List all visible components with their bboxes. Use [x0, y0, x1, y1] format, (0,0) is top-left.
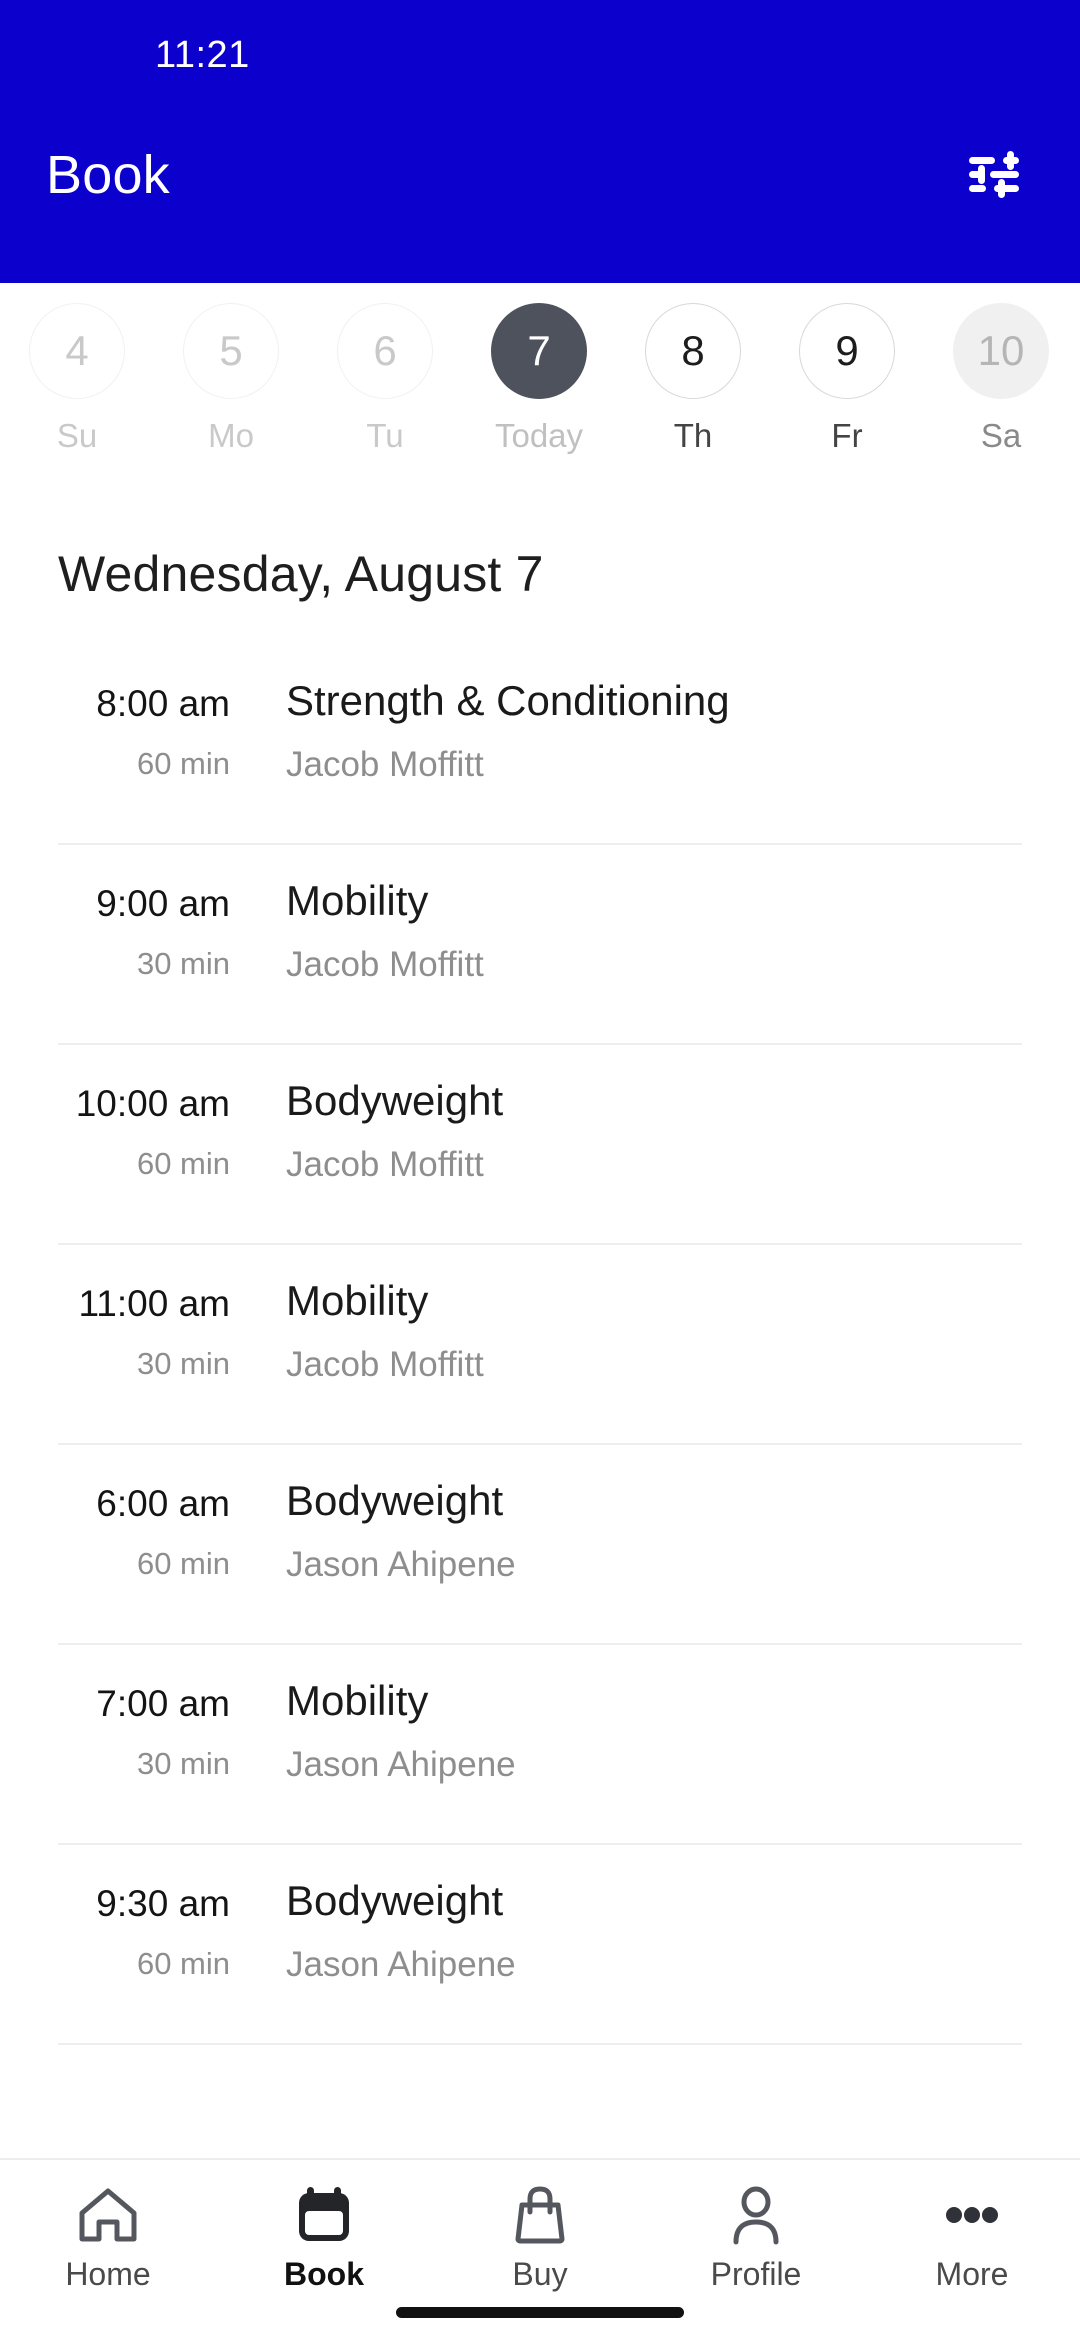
date-chip-10[interactable]: 10 Sa [924, 303, 1078, 452]
session-class-name: Strength & Conditioning [286, 677, 730, 724]
schedule-row[interactable]: 9:00 am 30 min Mobility Jacob Moffitt [0, 843, 1080, 1043]
session-duration: 30 min [136, 946, 230, 981]
date-strip[interactable]: 4 Su 5 Mo 6 Tu 7 Today 8 Th 9 Fr 10 Sa [0, 283, 1080, 473]
shopping-bag-icon [509, 2184, 571, 2246]
date-chip-label: Fr [831, 417, 863, 454]
session-duration: 30 min [136, 1346, 230, 1381]
app-bar-row: Book [0, 110, 1080, 240]
session-duration: 60 min [136, 1546, 230, 1581]
session-class-name: Mobility [286, 1677, 429, 1724]
schedule-row-details: Strength & Conditioning Jacob Moffitt [230, 643, 1022, 843]
schedule-row[interactable]: 11:00 am 30 min Mobility Jacob Moffitt [0, 1243, 1080, 1443]
calendar-icon [293, 2184, 355, 2246]
schedule-row-time-block: 9:30 am 60 min [58, 1843, 230, 2043]
date-chip-6[interactable]: 6 Tu [308, 303, 462, 452]
schedule-row[interactable]: 6:00 am 60 min Bodyweight Jason Ahipene [0, 1443, 1080, 1643]
app-bar: 11:21 Book [0, 0, 1080, 283]
schedule-row[interactable]: 8:00 am 60 min Strength & Conditioning J… [0, 643, 1080, 843]
session-time: 7:00 am [96, 1683, 230, 1724]
schedule-list: 8:00 am 60 min Strength & Conditioning J… [0, 643, 1080, 2158]
session-duration: 30 min [136, 1746, 230, 1781]
schedule-row-details: Bodyweight Jason Ahipene [230, 1443, 1022, 1643]
ellipsis-icon [941, 2184, 1003, 2246]
tab-more[interactable]: More [864, 2184, 1080, 2293]
session-class-name: Mobility [286, 1277, 429, 1324]
schedule-row[interactable]: 7:00 am 30 min Mobility Jason Ahipene [0, 1643, 1080, 1843]
session-instructor: Jason Ahipene [286, 1545, 516, 1585]
home-indicator [396, 2307, 684, 2318]
schedule-row-time-block: 7:00 am 30 min [58, 1643, 230, 1843]
session-time: 6:00 am [96, 1483, 230, 1524]
schedule-row-time-block: 11:00 am 30 min [58, 1243, 230, 1443]
tab-label-more: More [935, 2256, 1009, 2292]
date-chip-label: Today [494, 417, 584, 454]
status-bar: 11:21 [0, 0, 1080, 110]
session-time: 9:30 am [96, 1883, 230, 1924]
session-instructor: Jacob Moffitt [286, 745, 484, 785]
date-chip-label: Tu [366, 417, 404, 454]
date-chip-number: 8 [645, 303, 741, 399]
tab-book[interactable]: Book [216, 2184, 432, 2293]
date-chip-label: Th [673, 417, 713, 454]
schedule-row-time-block: 6:00 am 60 min [58, 1443, 230, 1643]
tab-label-profile: Profile [710, 2256, 802, 2292]
home-icon [77, 2184, 139, 2246]
date-chip-number: 6 [337, 303, 433, 399]
date-chip-label: Mo [208, 417, 254, 454]
tab-label-home: Home [65, 2256, 151, 2292]
date-chip-9[interactable]: 9 Fr [770, 303, 924, 452]
session-time: 10:00 am [75, 1083, 230, 1124]
session-duration: 60 min [136, 746, 230, 781]
schedule-row-time-block: 9:00 am 30 min [58, 843, 230, 1043]
date-chip-4[interactable]: 4 Su [0, 303, 154, 452]
date-chip-number: 4 [29, 303, 125, 399]
tab-label-book: Book [284, 2256, 364, 2292]
session-duration: 60 min [136, 1946, 230, 1981]
schedule-row-details: Mobility Jacob Moffitt [230, 1243, 1022, 1443]
tune-filter-icon[interactable] [956, 137, 1032, 213]
session-instructor: Jason Ahipene [286, 1945, 516, 1985]
schedule-row-details: Mobility Jason Ahipene [230, 1643, 1022, 1843]
schedule-row-details: Bodyweight Jacob Moffitt [230, 1043, 1022, 1243]
date-chip-number: 5 [183, 303, 279, 399]
person-icon [725, 2184, 787, 2246]
session-instructor: Jacob Moffitt [286, 1145, 484, 1185]
session-duration: 60 min [136, 1146, 230, 1181]
session-class-name: Bodyweight [286, 1877, 504, 1924]
schedule-row-partial[interactable] [0, 2043, 1080, 2083]
session-time: 8:00 am [96, 683, 230, 724]
session-time: 9:00 am [96, 883, 230, 924]
schedule-row[interactable]: 9:30 am 60 min Bodyweight Jason Ahipene [0, 1843, 1080, 2043]
tab-label-buy: Buy [512, 2256, 568, 2292]
session-class-name: Bodyweight [286, 1077, 504, 1124]
tab-profile[interactable]: Profile [648, 2184, 864, 2293]
date-chip-label: Sa [980, 417, 1022, 454]
date-chip-number: 10 [953, 303, 1049, 399]
session-instructor: Jacob Moffitt [286, 945, 484, 985]
session-class-name: Mobility [286, 877, 429, 924]
session-instructor: Jason Ahipene [286, 1745, 516, 1785]
schedule-row[interactable]: 10:00 am 60 min Bodyweight Jacob Moffitt [0, 1043, 1080, 1243]
schedule-row-details: Bodyweight Jason Ahipene [230, 1843, 1022, 2043]
date-chip-5[interactable]: 5 Mo [154, 303, 308, 452]
schedule-row-time-block: 10:00 am 60 min [58, 1043, 230, 1243]
date-chip-label: Su [56, 417, 98, 454]
schedule-row-time-block: 8:00 am 60 min [58, 643, 230, 843]
session-time: 11:00 am [78, 1283, 230, 1324]
date-chip-number: 9 [799, 303, 895, 399]
session-instructor: Jacob Moffitt [286, 1345, 484, 1385]
page-title: Book [46, 145, 170, 205]
schedule-row-details: Mobility Jacob Moffitt [230, 843, 1022, 1043]
tab-buy[interactable]: Buy [432, 2184, 648, 2293]
date-chip-8[interactable]: 8 Th [616, 303, 770, 452]
app-screen: 11:21 Book 4 Su 5 Mo 6 Tu 7 Today 8 Th 9… [0, 0, 1080, 2340]
date-chip-number: 7 [491, 303, 587, 399]
schedule-day-heading: Wednesday, August 7 [58, 546, 544, 602]
status-bar-clock: 11:21 [155, 33, 250, 76]
session-class-name: Bodyweight [286, 1477, 504, 1524]
tab-home[interactable]: Home [0, 2184, 216, 2293]
date-chip-7-today-selected[interactable]: 7 Today [462, 303, 616, 452]
